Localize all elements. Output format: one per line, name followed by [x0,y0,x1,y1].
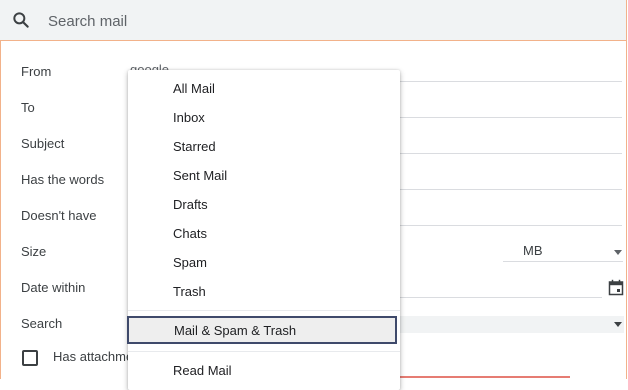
size-unit-select[interactable]: MB [523,243,623,261]
menu-item-inbox[interactable]: Inbox [128,104,400,132]
size-unit-underline [503,261,623,262]
doesnt-have-label: Doesn't have [21,208,97,223]
menu-item-sent-mail[interactable]: Sent Mail [128,162,400,190]
size-label: Size [21,244,47,259]
calendar-icon[interactable] [608,279,624,296]
menu-item-trash[interactable]: Trash [128,278,400,306]
search-bar [0,0,627,41]
search-scope-label: Search [21,316,63,331]
to-label: To [21,100,35,115]
panel-border-right [626,40,627,379]
menu-item-starred[interactable]: Starred [128,133,400,161]
menu-item-label: Chats [173,226,207,241]
menu-item-label: Mail & Spam & Trash [174,323,297,338]
menu-item-label: Trash [173,284,206,299]
panel-border-left [0,40,1,379]
menu-item-label: Drafts [173,197,208,212]
menu-item-all-mail[interactable]: All Mail [128,75,400,103]
menu-item-chats[interactable]: Chats [128,220,400,248]
menu-item-label: Sent Mail [173,168,228,183]
menu-item-label: Starred [173,139,216,154]
menu-divider [128,351,400,352]
menu-item-read-mail[interactable]: Read Mail [128,357,400,385]
chevron-down-icon[interactable] [614,250,622,255]
search-input[interactable] [46,9,590,33]
menu-item-drafts[interactable]: Drafts [128,191,400,219]
menu-item-label: All Mail [173,81,215,96]
menu-item-label: Inbox [173,110,205,125]
bottom-accent [400,376,570,378]
date-within-label: Date within [21,280,86,295]
from-field-value: google [130,62,170,70]
chevron-down-icon[interactable] [614,322,622,327]
from-label: From [21,64,52,79]
menu-item-mail-spam-trash[interactable]: Mail & Spam & Trash [127,316,397,344]
menu-divider [128,310,400,311]
menu-item-spam[interactable]: Spam [128,249,400,277]
menu-item-label: Read Mail [173,363,232,378]
search-scope-select[interactable] [398,316,624,333]
subject-label: Subject [21,136,65,151]
menu-item-label: Spam [173,255,207,270]
search-scope-menu: All Mail Inbox Starred Sent Mail Drafts … [127,70,400,390]
has-attachment-checkbox[interactable] [22,350,38,366]
search-icon[interactable] [11,10,31,30]
has-words-label: Has the words [21,172,105,187]
